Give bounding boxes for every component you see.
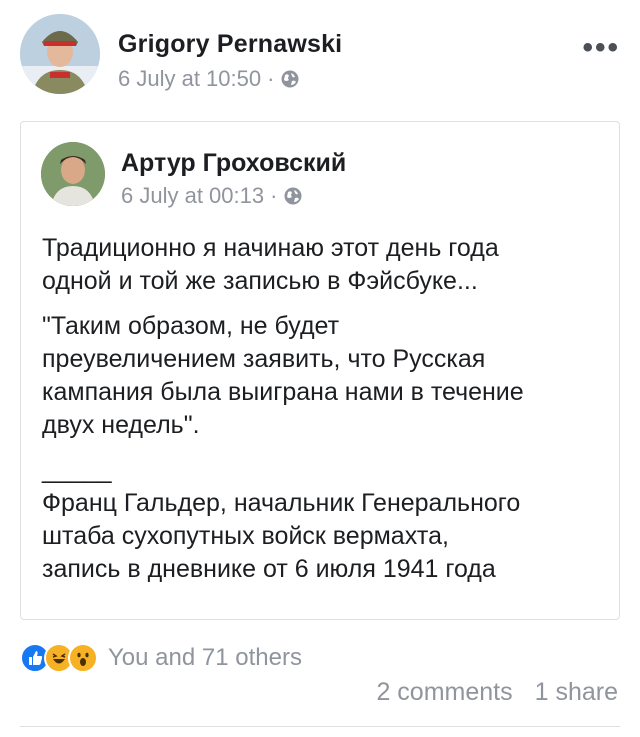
- reactions-summary[interactable]: You and 71 others: [20, 640, 302, 676]
- text-line: штаба сухопутных войск вермахта,: [42, 522, 449, 550]
- meta-separator: ·: [270, 183, 278, 208]
- shares-count[interactable]: 1 share: [535, 678, 618, 707]
- post-stats: 2 comments 1 share: [376, 678, 618, 707]
- text-line: запись в дневнике от 6 июля 1941 года: [42, 555, 496, 583]
- paragraph-intro: Традиционно я начинаю этот день года одн…: [42, 232, 601, 298]
- post-body: Традиционно я начинаю этот день года одн…: [42, 232, 601, 598]
- divider: [20, 726, 620, 727]
- shared-author-avatar[interactable]: [41, 142, 105, 206]
- paragraph-quote: "Таким образом, не будет преувеличением …: [42, 310, 601, 442]
- post-header: Grigory Pernawski 6 July at 10:50 · •••: [20, 14, 620, 100]
- comments-count[interactable]: 2 comments: [376, 678, 512, 707]
- shared-post-card[interactable]: Артур Гроховский 6 July at 00:13 · Тради…: [20, 121, 620, 620]
- reactions-count[interactable]: You and 71 others: [108, 644, 302, 672]
- text-line: Традиционно я начинаю этот день года: [42, 234, 499, 262]
- globe-icon[interactable]: [280, 69, 300, 89]
- wow-icon: [68, 643, 98, 673]
- meta-separator: ·: [267, 66, 275, 91]
- text-line: двух недель".: [42, 411, 200, 439]
- post-date[interactable]: 6 July at 10:50: [118, 66, 261, 92]
- globe-icon[interactable]: [283, 186, 303, 206]
- text-line: одной и той же записью в Фэйсбуке...: [42, 267, 478, 295]
- text-line: "Таким образом, не будет: [42, 312, 340, 340]
- author-avatar[interactable]: [20, 14, 100, 94]
- shared-author-name[interactable]: Артур Гроховский: [121, 149, 346, 178]
- text-line: Франц Гальдер, начальник Генерального: [42, 489, 521, 517]
- reaction-icons: [20, 643, 98, 673]
- more-options-button[interactable]: •••: [582, 33, 620, 63]
- text-line: _____: [42, 456, 112, 484]
- shared-post-meta: 6 July at 00:13 ·: [121, 183, 303, 209]
- author-name[interactable]: Grigory Pernawski: [118, 30, 342, 59]
- text-line: кампания была выиграна нами в течение: [42, 378, 524, 406]
- shared-post-date[interactable]: 6 July at 00:13: [121, 183, 264, 209]
- post-meta: 6 July at 10:50 ·: [118, 66, 300, 92]
- paragraph-attribution: _____ Франц Гальдер, начальник Генеральн…: [42, 454, 601, 586]
- text-line: преувеличением заявить, что Русская: [42, 345, 486, 373]
